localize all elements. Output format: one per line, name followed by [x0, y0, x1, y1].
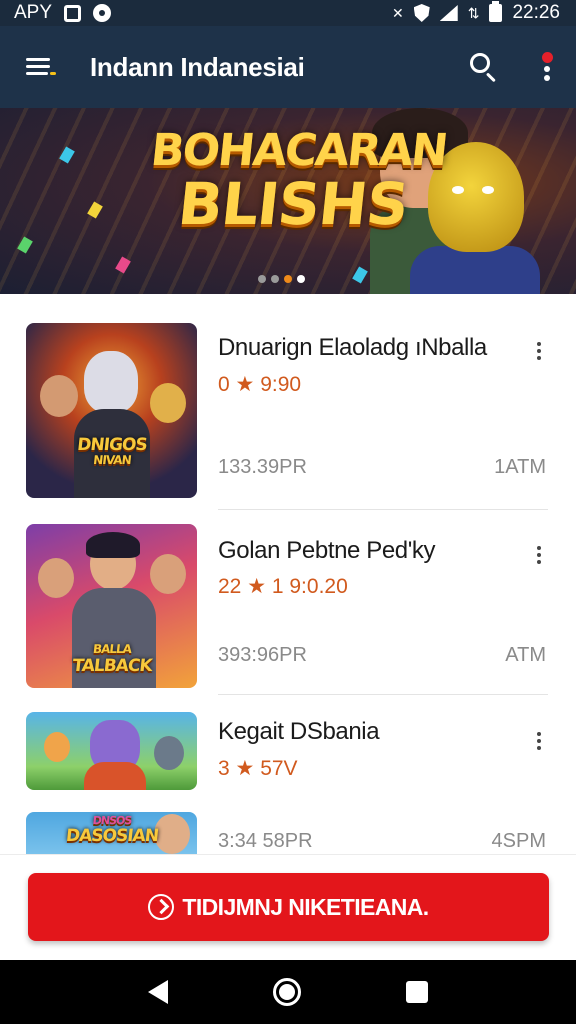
notification-badge: [542, 52, 553, 63]
hero-eye: [452, 186, 464, 194]
thumbnail-sublabel: DASOSIAN: [64, 826, 159, 846]
item-thumbnail[interactable]: DNSOS DASOSIAN: [26, 812, 197, 854]
divider: [218, 509, 548, 510]
primary-action-label: TIDIJMNJ NIKETIEANA.: [182, 893, 429, 920]
character-side: [154, 736, 184, 770]
carousel-dot[interactable]: [258, 275, 266, 283]
vpn-shield-icon: [413, 4, 430, 22]
app-bar: Indann Indanesiai: [0, 26, 576, 108]
mute-icon: ✕: [391, 4, 404, 21]
thumbnail-label: DNIGOS: [75, 435, 148, 455]
character-side: [40, 375, 78, 417]
item-thumbnail[interactable]: DNIGOS NIVAN: [26, 323, 197, 498]
notification-circle-icon: [93, 4, 112, 22]
app-title: Indann Indanesiai: [90, 51, 305, 82]
item-more-icon[interactable]: [532, 544, 546, 566]
character-face: [154, 814, 190, 854]
thumbnail-sublabel: TALBACK: [70, 656, 153, 676]
character-side: [38, 558, 74, 598]
character-side: [150, 383, 186, 423]
status-bar: APY ✕ ⇅ 22:26: [0, 0, 576, 26]
rating-rest: ★ 1 9:0.20: [247, 575, 348, 598]
search-icon[interactable]: [468, 51, 500, 83]
thumbnail-label: BALLA: [91, 642, 132, 656]
character-side: [44, 732, 70, 762]
cta-container: TIDIJMNJ NIKETIEANA.: [0, 854, 576, 960]
item-rating: 3 ★ 57V: [218, 756, 298, 781]
banner-title: BOHACARAN BLISHS: [142, 125, 449, 238]
item-more-icon[interactable]: [532, 340, 546, 362]
arrow-circle-icon: [148, 894, 175, 920]
item-thumbnail[interactable]: [26, 712, 197, 790]
item-title[interactable]: Golan Pebtne Ped'ky: [218, 537, 436, 565]
item-rating: 22 ★ 1 9:0.20: [218, 574, 348, 599]
rating-value: 22: [218, 575, 242, 598]
status-left: APY: [14, 2, 112, 24]
more-vert-icon[interactable]: [540, 50, 554, 84]
thumbnail-sublabel: NIVAN: [92, 453, 131, 467]
system-nav-bar: [0, 960, 576, 1024]
carousel-dot-active[interactable]: [297, 275, 305, 283]
status-time: 22:26: [512, 2, 560, 23]
carousel-dots: [258, 275, 305, 283]
rating-value: 0: [218, 373, 230, 396]
banner-title-line2: BLISHS: [175, 170, 412, 238]
character-body: [84, 762, 146, 790]
primary-action-button[interactable]: TIDIJMNJ NIKETIEANA.: [28, 873, 549, 941]
status-left-text: APY: [14, 2, 53, 23]
item-more-icon[interactable]: [532, 730, 546, 752]
item-size: 3:34 58PR: [218, 830, 313, 852]
data-icon: ⇅: [467, 4, 480, 21]
character-masked-hero: [84, 351, 138, 413]
item-size: 133.39PR: [218, 456, 307, 478]
hero-gold-body: [410, 246, 540, 294]
hero-eye: [482, 186, 494, 194]
rating-value: 3: [218, 757, 230, 780]
item-title[interactable]: Dnuarign Elaoladg ıNballa: [218, 334, 487, 362]
carousel-dot[interactable]: [284, 275, 292, 283]
item-time: 4SPM: [491, 830, 546, 852]
hero-banner[interactable]: BOHACARAN BLISHS: [0, 108, 576, 294]
home-icon[interactable]: [272, 978, 301, 1006]
battery-icon: [489, 1, 503, 22]
status-right: ✕ ⇅ 22:26: [391, 1, 560, 24]
item-size: 393:96PR: [218, 644, 307, 666]
carousel-dot[interactable]: [271, 275, 279, 283]
rating-rest: ★ 9:90: [235, 373, 302, 396]
notification-box-icon: [64, 4, 82, 22]
divider: [218, 694, 548, 695]
item-time: ATM: [505, 644, 546, 666]
character-hair: [86, 532, 140, 558]
item-time: 1ATM: [494, 456, 546, 478]
banner-title-line1: BOHACARAN: [148, 125, 449, 176]
item-thumbnail[interactable]: BALLA TALBACK: [26, 524, 197, 688]
rating-rest: ★ 57V: [235, 757, 298, 780]
item-rating: 0 ★ 9:90: [218, 372, 301, 397]
item-title[interactable]: Kegait DSbania: [218, 718, 380, 746]
menu-icon[interactable]: [22, 53, 56, 81]
recents-icon[interactable]: [405, 981, 428, 1003]
character-side: [150, 554, 186, 594]
back-icon[interactable]: [148, 980, 169, 1004]
signal-icon: [439, 5, 458, 21]
